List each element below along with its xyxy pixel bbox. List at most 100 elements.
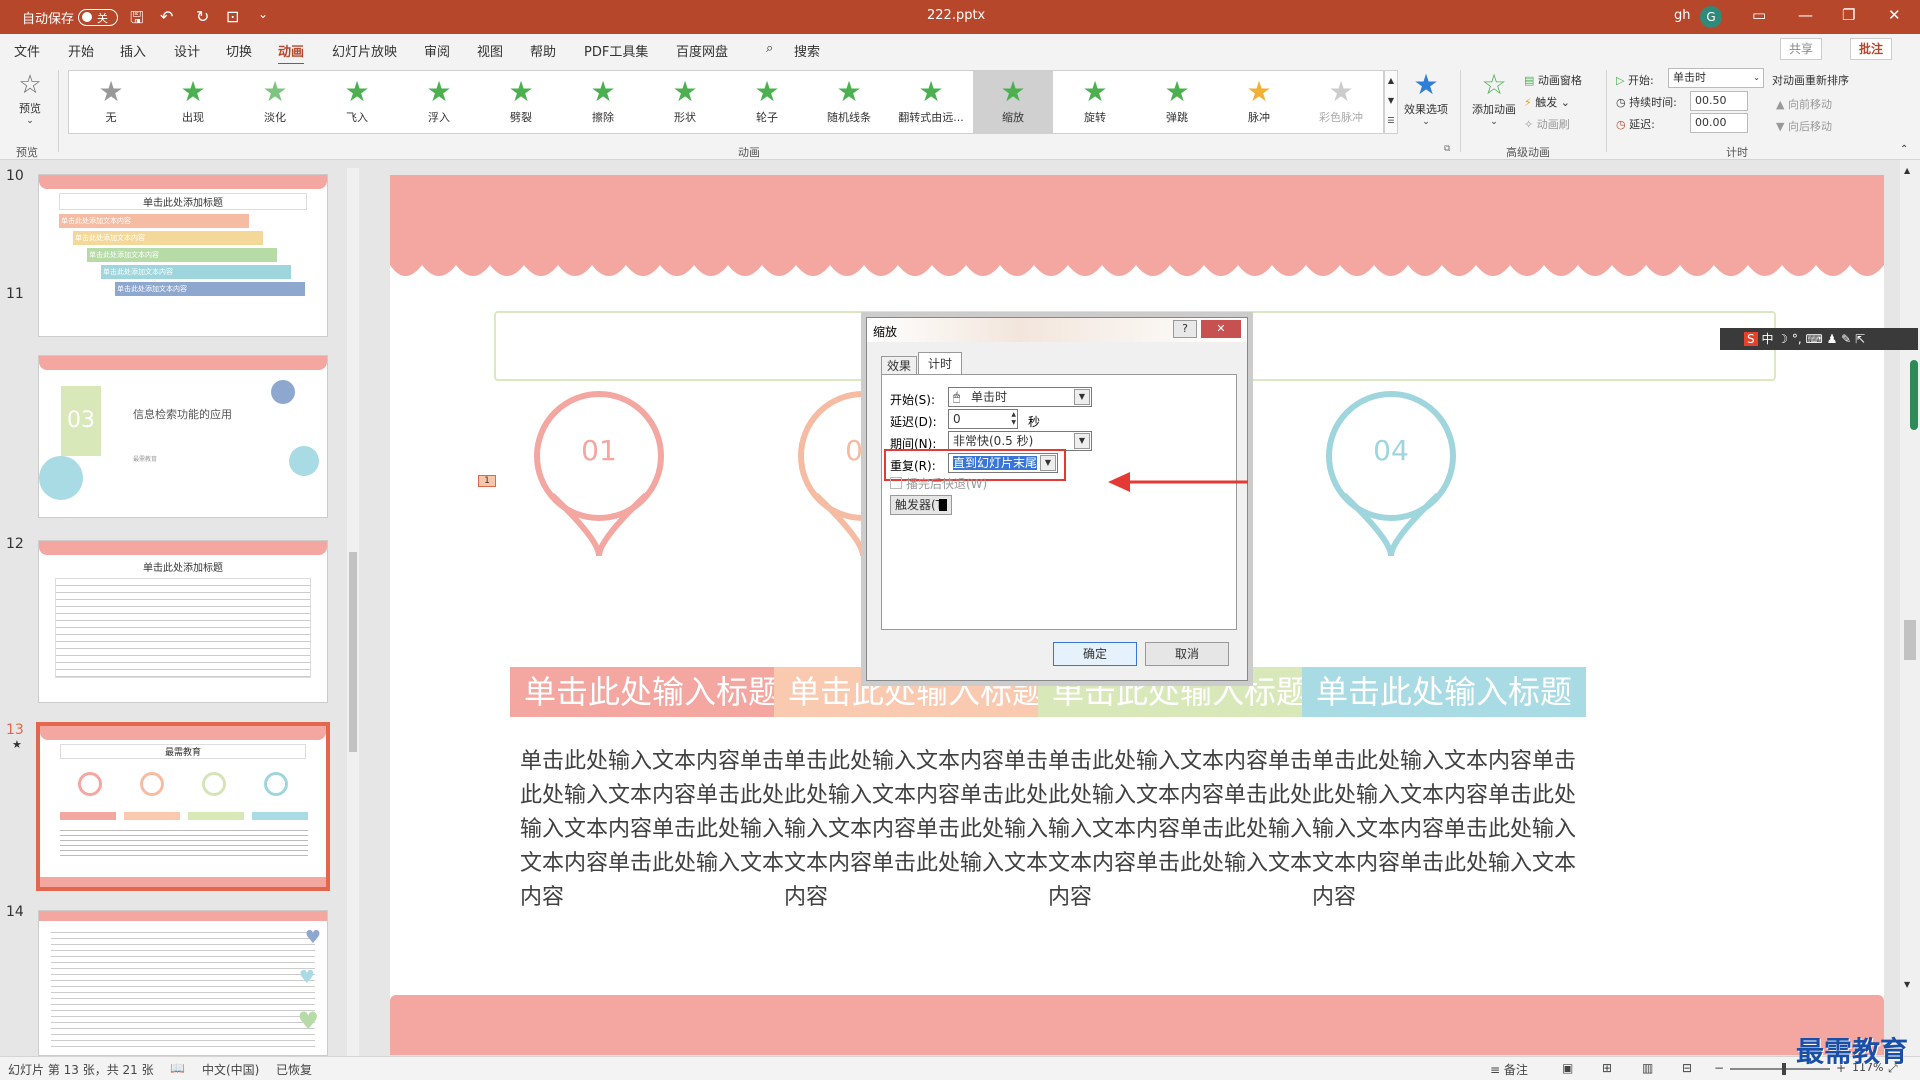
slide-thumb-11[interactable]: 03 信息检索功能的应用 最需教育 — [38, 355, 328, 518]
close-icon[interactable]: ✕ — [1888, 6, 1901, 24]
pin-04[interactable]: 04 — [1324, 390, 1458, 560]
help-button[interactable]: ? — [1173, 320, 1197, 338]
anim-color-pulse[interactable]: ★ 彩色脉冲 — [1301, 71, 1381, 133]
anim-random-bars[interactable]: ★ 随机线条 — [809, 71, 889, 133]
menu-slideshow[interactable]: 幻灯片放映 — [332, 41, 397, 60]
slide-thumb-13[interactable]: 最需教育 — [36, 722, 330, 891]
move-earlier-button[interactable]: ▲ 向前移动 — [1776, 96, 1832, 112]
customize-qat-icon[interactable]: ⌄ — [258, 7, 268, 21]
spinner-icon[interactable]: ▲ ▼ — [1011, 411, 1016, 427]
ok-button[interactable]: 确定 — [1053, 642, 1137, 666]
rewind-checkbox[interactable] — [890, 477, 902, 489]
section-title-box[interactable]: 单击此处输入标题 — [1302, 667, 1586, 717]
restore-icon[interactable]: ❐ — [1842, 6, 1855, 24]
normal-view-icon[interactable]: ▣ — [1562, 1061, 1573, 1075]
menu-baidu[interactable]: 百度网盘 — [676, 41, 728, 60]
autosave-toggle[interactable]: 关 — [78, 9, 118, 26]
section-title-box[interactable]: 单击此处输入标题 — [510, 667, 794, 717]
chevron-down-icon[interactable]: ▼ — [1040, 455, 1056, 471]
comment-button[interactable]: 批注 — [1850, 38, 1893, 60]
slide-thumb-14[interactable]: ♥ ♥ ♥ — [38, 910, 328, 1056]
anim-fade[interactable]: ★ 淡化 — [235, 71, 315, 133]
search-box[interactable]: 搜索 — [794, 41, 820, 60]
ime-toolbar[interactable]: S 中 ☽ °, ⌨ ♟ ✎ ⇱ — [1720, 328, 1918, 350]
animation-pane-button[interactable]: ▤ 动画窗格 — [1524, 72, 1582, 88]
minimize-icon[interactable]: — — [1798, 6, 1813, 24]
anim-zoom[interactable]: ★ 缩放 — [973, 71, 1053, 133]
anim-grow-turn[interactable]: ★ 翻转式由远... — [891, 71, 971, 133]
zoom-out-icon[interactable]: − — [1714, 1061, 1724, 1075]
language-status[interactable]: 中文(中国) — [202, 1061, 259, 1078]
anim-pulse[interactable]: ★ 脉冲 — [1219, 71, 1299, 133]
main-scrollbar[interactable]: ▲ ▼ — [1900, 160, 1920, 1056]
cancel-button[interactable]: 取消 — [1145, 642, 1229, 666]
slideshow-view-icon[interactable]: ⊟ — [1682, 1061, 1692, 1075]
animation-painter-button[interactable]: ✧ 动画刷 — [1524, 116, 1570, 132]
menu-help[interactable]: 帮助 — [530, 41, 556, 60]
menu-home[interactable]: 开始 — [68, 41, 94, 60]
menu-design[interactable]: 设计 — [174, 41, 200, 60]
section-body-text[interactable]: 单击此处输入文本内容单击此处输入文本内容单击此处输入文本内容单击此处输入文本内容… — [784, 745, 1054, 915]
anim-fly-in[interactable]: ★ 飞入 — [317, 71, 397, 133]
anim-float-in[interactable]: ★ 浮入 — [399, 71, 479, 133]
scroll-up-icon[interactable]: ▲ — [1904, 166, 1910, 175]
delay-input[interactable]: 00.00 — [1690, 113, 1748, 133]
tab-timing[interactable]: 计时 — [918, 352, 962, 374]
slide-thumb-12[interactable]: 单击此处添加标题 — [38, 540, 328, 703]
add-animation-button[interactable]: ☆ 添加动画 ⌄ — [1466, 68, 1522, 127]
main-scroll-thumb[interactable] — [1904, 620, 1916, 660]
anim-appear[interactable]: ★ 出现 — [153, 71, 233, 133]
ime-side-handle[interactable] — [1910, 360, 1918, 430]
start-select[interactable]: 单击时 ⌄ — [1668, 68, 1764, 88]
anim-none[interactable]: ★ 无 — [71, 71, 151, 133]
gallery-scroll[interactable]: ▲ ▼ ☰ — [1384, 70, 1398, 134]
reading-view-icon[interactable]: ▥ — [1642, 1061, 1653, 1075]
panel-scrollbar[interactable] — [347, 168, 359, 1056]
anim-wipe[interactable]: ★ 擦除 — [563, 71, 643, 133]
share-button[interactable]: 共享 — [1780, 38, 1823, 60]
section-body-text[interactable]: 单击此处输入文本内容单击此处输入文本内容单击此处输入文本内容单击此处输入文本内容… — [1312, 745, 1582, 915]
panel-scroll-thumb[interactable] — [349, 552, 357, 752]
save-icon[interactable]: 🖫 — [130, 7, 144, 34]
start-field[interactable]: 🖱 单击时 ▼ — [948, 387, 1092, 407]
notes-button[interactable]: ≡ 备注 — [1490, 1061, 1528, 1078]
tab-effect[interactable]: 效果 — [881, 356, 917, 374]
anim-bounce[interactable]: ★ 弹跳 — [1137, 71, 1217, 133]
slide-sorter-icon[interactable]: ⊞ — [1602, 1061, 1612, 1075]
preview-button[interactable]: ☆ 预览 ⌄ — [12, 70, 48, 126]
trigger-button[interactable]: ⚡ 触发 ⌄ — [1524, 94, 1570, 110]
anim-shape[interactable]: ★ 形状 — [645, 71, 725, 133]
effect-options-button[interactable]: ★ 效果选项 ⌄ — [1398, 68, 1454, 127]
move-later-button[interactable]: ▼ 向后移动 — [1776, 118, 1832, 134]
collapse-ribbon-icon[interactable]: ⌃ — [1900, 144, 1908, 155]
section-body-text[interactable]: 单击此处输入文本内容单击此处输入文本内容单击此处输入文本内容单击此处输入文本内容… — [1048, 745, 1318, 915]
section-body-text[interactable]: 单击此处输入文本内容单击此处输入文本内容单击此处输入文本内容单击此处输入文本内容… — [520, 745, 790, 915]
anim-split[interactable]: ★ 劈裂 — [481, 71, 561, 133]
menu-review[interactable]: 审阅 — [424, 41, 450, 60]
dialog-close-button[interactable]: ✕ — [1201, 320, 1241, 338]
undo-icon[interactable]: ↶ — [160, 7, 173, 26]
menu-file[interactable]: 文件 — [14, 41, 40, 60]
redo-icon[interactable]: ↻ — [196, 7, 209, 26]
spellcheck-icon[interactable]: 📖 — [170, 1061, 185, 1075]
anim-wheel[interactable]: ★ 轮子 — [727, 71, 807, 133]
menu-insert[interactable]: 插入 — [120, 41, 146, 60]
duration-input[interactable]: 00.50 — [1690, 91, 1748, 111]
slide-thumb-10[interactable]: 单击此处添加标题 单击此处添加文本内容 单击此处添加文本内容 单击此处添加文本内… — [38, 174, 328, 337]
trigger-button[interactable]: 触发器(T) — [890, 495, 952, 515]
present-icon[interactable]: ⊡ — [226, 7, 239, 26]
animation-tag[interactable]: 1 — [478, 475, 496, 487]
pin-01[interactable]: 01 — [532, 390, 666, 560]
repeat-field[interactable]: 直到幻灯片末尾 ▼ — [948, 453, 1058, 473]
chevron-down-icon[interactable]: ▼ — [1074, 389, 1090, 405]
scroll-down-icon[interactable]: ▼ — [1904, 980, 1910, 989]
dialog-launcher-icon[interactable]: ⧉ — [1444, 144, 1450, 154]
search-icon[interactable]: ⌕ — [766, 41, 773, 56]
avatar[interactable]: G — [1700, 6, 1722, 28]
delay-field[interactable]: 0 ▲ ▼ — [948, 409, 1018, 429]
ribbon-display-icon[interactable]: ▭ — [1752, 6, 1766, 24]
chevron-down-icon[interactable]: ▼ — [1074, 433, 1090, 449]
menu-animations[interactable]: 动画 — [278, 41, 305, 66]
menu-pdf-tools[interactable]: PDF工具集 — [584, 41, 648, 60]
menu-view[interactable]: 视图 — [477, 41, 503, 60]
